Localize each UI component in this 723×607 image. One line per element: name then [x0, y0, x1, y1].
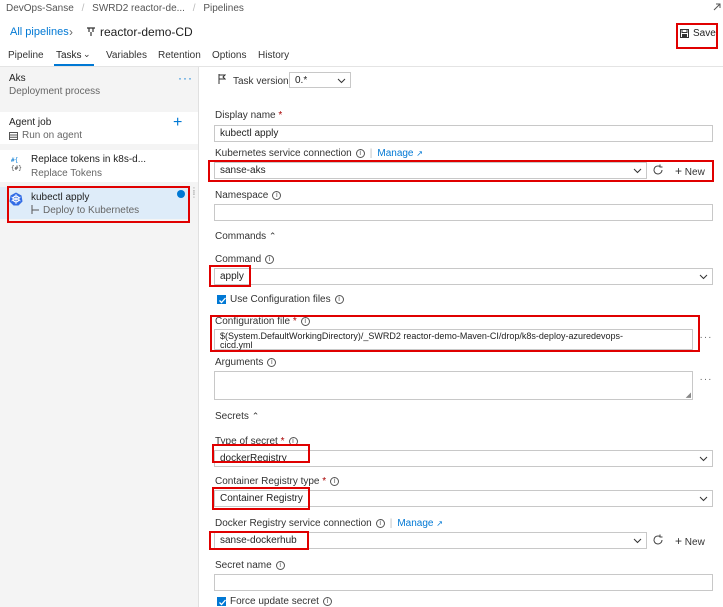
- breadcrumb-org[interactable]: DevOps-Sanse: [6, 3, 74, 14]
- agent-job-sub: Run on agent: [22, 130, 83, 141]
- task-version-label: Task version: [233, 76, 289, 87]
- highlight-config-file: [210, 315, 700, 352]
- highlight-type-of-secret: [212, 444, 310, 463]
- chevron-down-icon: [699, 456, 708, 462]
- manage-link[interactable]: Manage: [377, 148, 413, 159]
- info-icon: i: [275, 561, 285, 570]
- secret-name-input[interactable]: [214, 574, 713, 591]
- arguments-textarea[interactable]: ◢: [214, 371, 693, 400]
- browse-config-button[interactable]: ···: [698, 333, 714, 347]
- chevron-down-icon: [337, 78, 346, 84]
- svg-text:{#}: {#}: [11, 165, 22, 172]
- tab-history[interactable]: History: [258, 50, 289, 61]
- commands-section-header[interactable]: Commands ⌃: [215, 231, 276, 242]
- tab-tasks[interactable]: Tasks: [56, 50, 82, 61]
- stage-name: Aks: [9, 73, 26, 84]
- sidebar: Aks Deployment process ··· Agent job Run…: [0, 67, 199, 607]
- secrets-section-header[interactable]: Secrets ⌃: [215, 411, 259, 422]
- external-link-icon: ↗: [436, 519, 443, 528]
- task-version-select[interactable]: 0.*: [289, 72, 351, 88]
- info-icon: i: [267, 358, 277, 367]
- highlight-command: [209, 265, 251, 287]
- stage-header[interactable]: Aks Deployment process ···: [0, 67, 198, 103]
- svg-text:#{: #{: [11, 157, 18, 164]
- highlight-k8s-connection: [208, 160, 714, 182]
- namespace-label: Namespace i: [215, 190, 282, 201]
- docker-connection-label: Docker Registry service connection i | Mana…: [215, 518, 443, 529]
- chevron-up-icon: ⌃: [251, 411, 260, 421]
- chevron-down-icon: [699, 274, 708, 280]
- info-icon: i: [330, 477, 340, 486]
- tab-options[interactable]: Options: [212, 50, 246, 61]
- pipeline-title: reactor-demo-CD: [100, 25, 193, 39]
- agent-job[interactable]: Agent job Run on agent +: [0, 112, 198, 144]
- container-registry-type-label: Container Registry type * i: [215, 476, 340, 487]
- drag-handle[interactable]: ⋮ ⋮: [190, 187, 198, 215]
- external-link-icon: ↗: [416, 149, 423, 158]
- more-options-icon[interactable]: ···: [178, 71, 193, 85]
- breadcrumb-project[interactable]: SWRD2 reactor-de...: [92, 3, 185, 14]
- info-icon: i: [272, 191, 282, 200]
- namespace-input[interactable]: [214, 204, 713, 221]
- force-update-checkbox[interactable]: [217, 597, 226, 606]
- chevron-up-icon: ⌃: [268, 231, 277, 241]
- k8s-connection-label: Kubernetes service connection i | Manage ↗: [215, 148, 423, 159]
- task-name: Replace tokens in k8s-d...: [31, 154, 147, 165]
- plus-icon: +: [675, 534, 683, 548]
- refresh-icon[interactable]: [652, 534, 664, 546]
- breadcrumb-section[interactable]: Pipelines: [203, 3, 244, 14]
- chevron-down-icon[interactable]: ⌄: [83, 49, 91, 60]
- info-icon: i: [265, 255, 275, 264]
- chevron-right-icon: ›: [69, 25, 73, 39]
- tab-variables[interactable]: Variables: [106, 50, 147, 61]
- chevron-down-icon: [699, 496, 708, 502]
- arguments-label: Arguments i: [215, 357, 277, 368]
- highlight-save: [676, 23, 718, 49]
- info-icon: i: [375, 519, 385, 528]
- highlight-kubectl-task: [7, 186, 190, 223]
- agent-job-title: Agent job: [9, 117, 52, 128]
- breadcrumb: DevOps-Sanse / SWRD2 reactor-de... / Pip…: [6, 3, 244, 14]
- info-icon: i: [322, 597, 332, 606]
- arguments-more-button[interactable]: ···: [698, 375, 714, 389]
- replace-tokens-icon: #{{#}: [10, 154, 24, 174]
- secret-name-label: Secret name i: [215, 560, 285, 571]
- info-icon: i: [355, 149, 365, 158]
- new-docker-connection-button[interactable]: + New: [675, 534, 705, 548]
- command-select[interactable]: apply: [214, 268, 713, 285]
- highlight-container-registry-type: [212, 487, 310, 510]
- all-pipelines-link[interactable]: All pipelines: [10, 26, 69, 38]
- info-icon: i: [334, 295, 344, 304]
- agent-icon: [9, 131, 18, 140]
- force-update-label: Force update secret i: [230, 596, 332, 607]
- add-task-icon[interactable]: +: [173, 114, 182, 132]
- manage-link[interactable]: Manage: [397, 518, 433, 529]
- tab-retention[interactable]: Retention: [158, 50, 201, 61]
- stage-sub: Deployment process: [9, 86, 101, 97]
- use-config-checkbox[interactable]: [217, 295, 226, 304]
- display-name-input[interactable]: kubectl apply: [214, 125, 713, 142]
- display-name-label: Display name *: [215, 110, 283, 121]
- chevron-down-icon: [633, 538, 642, 544]
- command-label: Command i: [215, 254, 275, 265]
- pipeline-icon: [86, 26, 96, 37]
- task-item-replace-tokens[interactable]: #{{#} Replace tokens in k8s-d... Replace…: [0, 150, 198, 182]
- resize-grip-icon: ◢: [685, 392, 691, 399]
- expand-icon[interactable]: [712, 2, 722, 12]
- use-config-label: Use Configuration files i: [230, 294, 344, 305]
- highlight-docker-connection: [209, 531, 309, 550]
- tab-bar: Pipeline Tasks ⌄ Variables Retention Opt…: [0, 49, 723, 66]
- tab-pipeline[interactable]: Pipeline: [8, 50, 44, 61]
- task-sub: Replace Tokens: [31, 168, 102, 179]
- flag-icon: [218, 74, 227, 84]
